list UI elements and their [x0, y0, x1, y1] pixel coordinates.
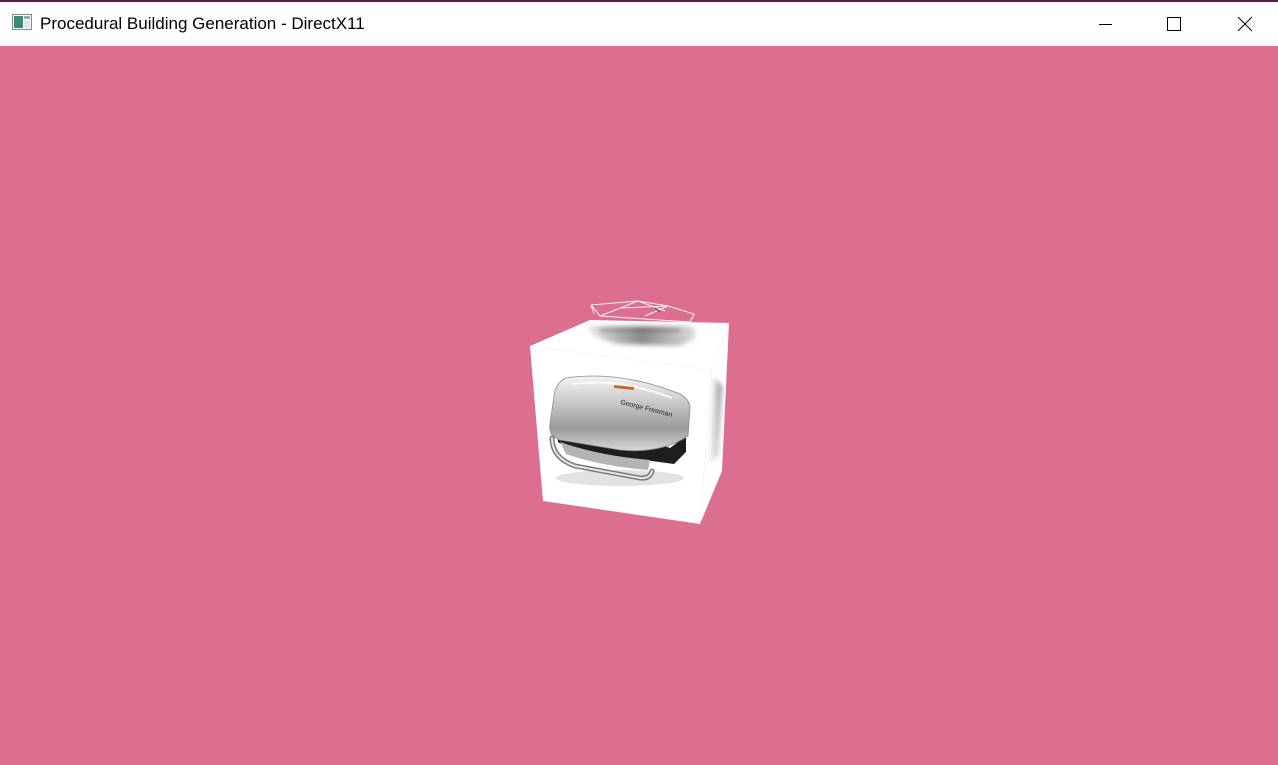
- render-viewport[interactable]: George Foreman: [0, 46, 1278, 765]
- maximize-icon: [1167, 17, 1181, 31]
- title-bar[interactable]: Procedural Building Generation - DirectX…: [0, 2, 1278, 46]
- close-icon: [1237, 16, 1253, 32]
- maximize-button[interactable]: [1151, 2, 1197, 46]
- window-title: Procedural Building Generation - DirectX…: [40, 14, 365, 33]
- 3d-scene: George Foreman: [0, 46, 1278, 765]
- textured-cube: George Foreman: [530, 320, 729, 524]
- close-button[interactable]: [1222, 2, 1268, 46]
- app-window: Procedural Building Generation - DirectX…: [0, 0, 1278, 765]
- app-icon: [12, 14, 32, 30]
- minimize-button[interactable]: [1082, 2, 1128, 46]
- minimize-icon: [1099, 24, 1112, 25]
